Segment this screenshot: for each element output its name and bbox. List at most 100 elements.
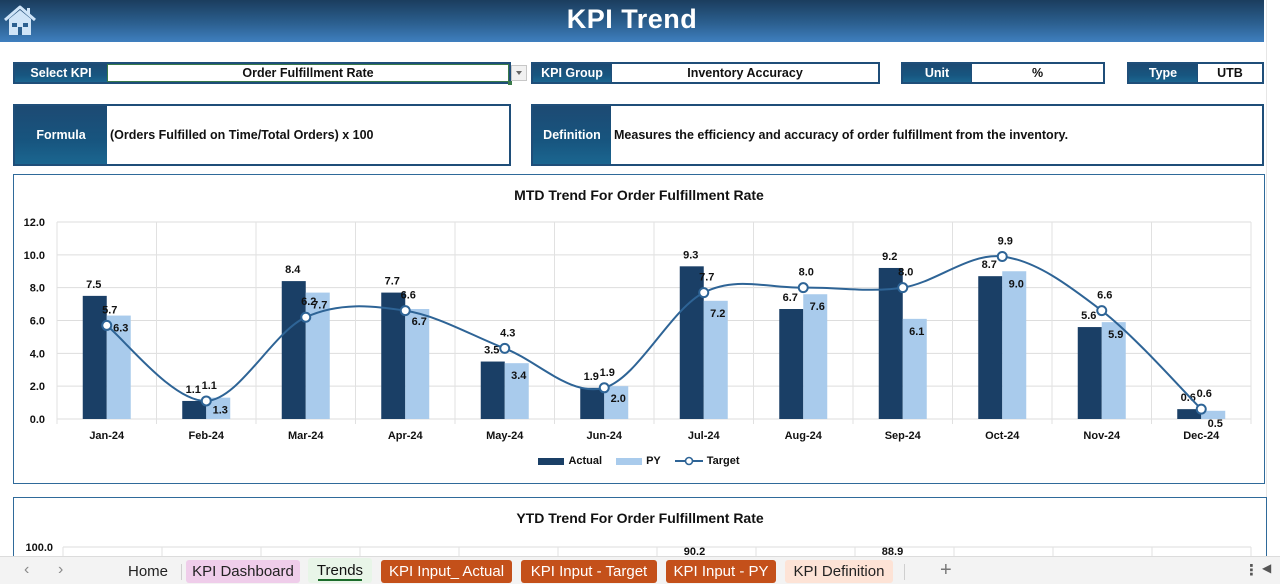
y-tick-label: 2.0 (30, 381, 45, 393)
data-label-target: 1.1 (202, 380, 217, 392)
kpi-group-value: Inventory Accuracy (611, 64, 878, 82)
y-tick-label: 0.0 (30, 414, 45, 426)
tab-trends[interactable]: Trends (308, 558, 372, 583)
x-tick-label: Jan-24 (89, 430, 125, 442)
cell-fill-handle[interactable] (508, 81, 512, 85)
x-tick-label: Mar-24 (288, 430, 324, 442)
data-label-actual: 7.5 (86, 279, 101, 291)
data-label-target: 6.6 (401, 290, 416, 302)
data-label-actual: 7.7 (385, 276, 400, 288)
tab-kpi-input-py[interactable]: KPI Input - PY (666, 560, 776, 583)
tab-separator (181, 564, 182, 580)
spreadsheet-sheet: KPI Trend Select KPI Order Fulfillment R… (0, 0, 1280, 584)
data-label-py: 6.7 (412, 316, 427, 328)
sheet-margin (1266, 0, 1280, 556)
definition-box: Definition Measures the efficiency and a… (531, 104, 1264, 166)
legend-actual-label: Actual (568, 455, 603, 467)
data-label-actual: 1.9 (584, 371, 599, 383)
data-label-py: 7.2 (710, 308, 725, 320)
tab-kpi-definition[interactable]: KPI Definition (785, 560, 893, 583)
target-point (598, 382, 610, 394)
bar-actual (480, 361, 505, 419)
mtd-chart[interactable]: MTD Trend For Order Fulfillment Rate 0.0… (13, 174, 1265, 484)
legend-py-label: PY (646, 455, 661, 467)
legend-actual-swatch (538, 457, 565, 465)
legend-target: Target (674, 455, 740, 467)
type-field: Type UTB (1127, 62, 1264, 84)
x-tick-label: Oct-24 (985, 430, 1020, 442)
tab-kpi-dashboard[interactable]: KPI Dashboard (186, 560, 300, 583)
kpi-group-field: KPI Group Inventory Accuracy (531, 62, 880, 84)
bar-actual (1077, 327, 1102, 419)
data-label-actual: 8.4 (285, 264, 301, 276)
legend-py: PY (616, 455, 661, 467)
target-point (996, 250, 1008, 262)
formula-box: Formula (Orders Fulfilled on Time/Total … (13, 104, 511, 166)
prev-sheet-button[interactable]: ‹ (24, 561, 29, 579)
data-label-target: 8.0 (799, 267, 814, 279)
data-label-target: 1.9 (600, 367, 615, 379)
chevron-down-icon (516, 71, 522, 75)
tab-separator (904, 564, 905, 580)
kpi-group-label: KPI Group (533, 64, 611, 82)
scroll-left-button[interactable]: ◀ (1262, 561, 1271, 575)
formula-value: (Orders Fulfilled on Time/Total Orders) … (110, 128, 374, 142)
definition-label: Definition (533, 106, 611, 164)
data-label-target: 0.6 (1197, 388, 1212, 400)
target-point (200, 395, 212, 407)
target-point (499, 342, 511, 354)
data-label-py: 6.1 (909, 326, 924, 338)
active-tab-indicator (318, 579, 362, 581)
legend-py-swatch (616, 457, 643, 465)
y-tick-label: 4.0 (30, 348, 45, 360)
x-tick-label: Sep-24 (885, 430, 922, 442)
data-label-py: 3.4 (511, 370, 527, 382)
type-value: UTB (1197, 64, 1262, 82)
mtd-chart-legend: Actual PY Target (14, 455, 1264, 467)
unit-field: Unit % (901, 62, 1105, 84)
unit-label: Unit (903, 64, 971, 82)
data-label-py: 2.0 (611, 393, 626, 405)
data-label-py: 0.5 (1208, 418, 1223, 430)
tab-trends-label: Trends (316, 562, 364, 579)
select-kpi-field: Select KPI Order Fulfillment Rate (13, 62, 511, 84)
bar-actual (779, 309, 804, 419)
x-tick-label: Nov-24 (1083, 430, 1121, 442)
data-label-actual: 8.7 (982, 259, 997, 271)
target-point (399, 305, 411, 317)
select-kpi-label: Select KPI (15, 64, 107, 82)
more-options-button[interactable]: ⋮ (1244, 561, 1259, 579)
select-kpi-dropdown[interactable]: Order Fulfillment Rate (107, 64, 509, 82)
x-tick-label: Aug-24 (785, 430, 823, 442)
data-label-actual: 5.6 (1081, 310, 1096, 322)
target-point (1096, 305, 1108, 317)
x-tick-label: Apr-24 (388, 430, 424, 442)
definition-value: Measures the efficiency and accuracy of … (614, 128, 1069, 142)
y-tick-label: 12.0 (24, 217, 45, 229)
tab-kpi-input-target[interactable]: KPI Input - Target (521, 560, 657, 583)
bar-actual (580, 387, 605, 419)
x-tick-label: May-24 (486, 430, 524, 442)
kpi-dropdown-button[interactable] (511, 65, 527, 81)
target-point (897, 282, 909, 294)
data-label-target: 8.0 (898, 267, 913, 279)
y-tick-label: 10.0 (24, 250, 45, 262)
add-sheet-button[interactable]: + (940, 559, 952, 582)
data-label-target: 6.2 (301, 296, 316, 308)
tab-home[interactable]: Home (118, 560, 178, 583)
legend-actual: Actual (538, 455, 602, 467)
data-label-actual: 9.3 (683, 249, 698, 261)
data-label-target: 7.7 (699, 272, 714, 284)
header-banner: KPI Trend (0, 0, 1264, 42)
data-label-actual: 1.1 (186, 384, 201, 396)
target-point (797, 282, 809, 294)
formula-label: Formula (15, 106, 107, 164)
legend-target-label: Target (706, 455, 740, 467)
data-label-target: 5.7 (102, 304, 117, 316)
next-sheet-button[interactable]: › (58, 561, 63, 579)
data-label-actual: 6.7 (783, 292, 798, 304)
tab-kpi-input-actual[interactable]: KPI Input_ Actual (381, 560, 512, 583)
mtd-chart-plot: 0.02.04.06.08.010.012.07.56.3Jan-241.11.… (24, 217, 1252, 442)
y-tick-label: 8.0 (30, 283, 45, 295)
sheet-tab-bar: ‹ › Home KPI Dashboard Trends KPI Input_… (0, 556, 1280, 584)
